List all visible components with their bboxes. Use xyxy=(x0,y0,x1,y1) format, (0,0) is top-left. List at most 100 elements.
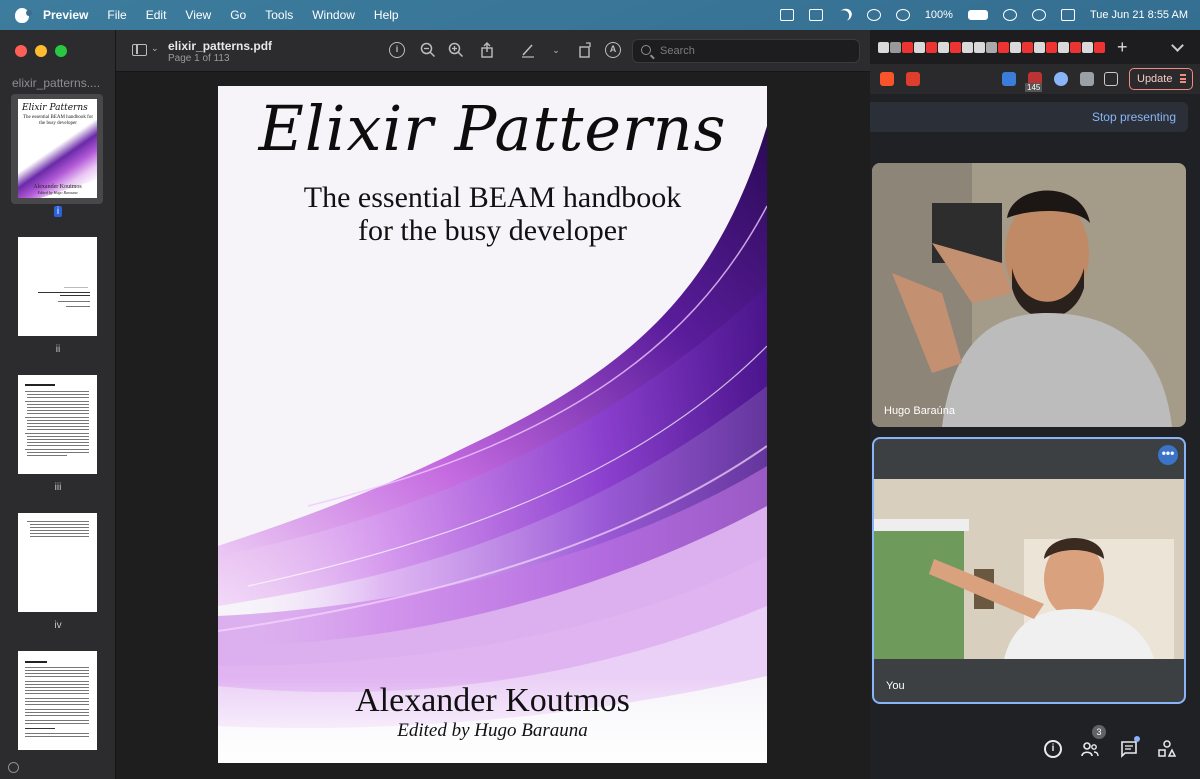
tab-favicon-icon[interactable] xyxy=(1010,42,1021,53)
update-button[interactable]: Update xyxy=(1129,68,1193,90)
close-window-button[interactable] xyxy=(15,45,27,57)
cover-title: Elixir Patterns xyxy=(258,92,727,165)
zoom-in-icon[interactable] xyxy=(448,42,464,58)
extension-icon[interactable] xyxy=(1002,72,1016,86)
add-icon[interactable] xyxy=(8,762,19,773)
moon-icon[interactable] xyxy=(836,6,854,23)
cover-subtitle-line-1: The essential BEAM handbook xyxy=(303,181,682,214)
pdf-page-cover: Elixir Patterns The essential BEAM handb… xyxy=(218,86,767,763)
thumbnail-page-4[interactable] xyxy=(18,513,97,612)
tab-favicon-icon[interactable] xyxy=(1034,42,1045,53)
youtube-icon[interactable] xyxy=(998,42,1009,53)
wifi-icon[interactable] xyxy=(1002,9,1017,21)
tab-favicon-icon[interactable] xyxy=(890,42,901,53)
tab-strip: + xyxy=(870,30,1200,64)
thumbnail-label: i xyxy=(0,206,116,217)
people-icon[interactable] xyxy=(1081,740,1099,758)
search-icon xyxy=(641,45,651,55)
document-view[interactable]: Elixir Patterns The essential BEAM handb… xyxy=(116,72,870,779)
menu-tools[interactable]: Tools xyxy=(265,8,293,22)
participant-name: Hugo Baraúna xyxy=(884,405,955,417)
apple-menu-icon[interactable] xyxy=(15,7,32,23)
clock[interactable]: Tue Jun 21 8:55 AM xyxy=(1090,9,1188,21)
tab-favicon-icon[interactable] xyxy=(1082,42,1093,53)
menu-bar: Preview File Edit View Go Tools Window H… xyxy=(0,0,1200,30)
zoom-out-icon[interactable] xyxy=(420,42,436,58)
extension-icon[interactable] xyxy=(1054,72,1068,86)
chevron-down-icon[interactable] xyxy=(1171,39,1184,52)
app-menu[interactable]: Preview xyxy=(43,8,88,22)
menu-help[interactable]: Help xyxy=(374,8,399,22)
youtube-icon[interactable] xyxy=(1094,42,1105,53)
menu-file[interactable]: File xyxy=(107,8,126,22)
menu-edit[interactable]: Edit xyxy=(146,8,167,22)
thumbnail-page-1[interactable]: Elixir Patterns The essential BEAM handb… xyxy=(18,99,97,198)
battery-icon[interactable] xyxy=(967,10,988,20)
info-icon[interactable]: i xyxy=(389,42,405,58)
youtube-icon[interactable] xyxy=(1070,42,1081,53)
chevron-down-icon[interactable]: ⌄ xyxy=(548,42,564,58)
chat-icon[interactable] xyxy=(1120,740,1138,758)
headphones-icon[interactable] xyxy=(866,9,881,21)
window-controls xyxy=(15,45,67,57)
tab-favicon-icon[interactable] xyxy=(938,42,949,53)
participant-tile[interactable]: Hugo Baraúna xyxy=(872,163,1186,427)
tab-favicon-icon[interactable] xyxy=(962,42,973,53)
rotate-icon[interactable] xyxy=(577,42,593,58)
wallet-icon[interactable] xyxy=(1104,72,1118,86)
self-video xyxy=(874,479,1184,659)
cover-editor: Edited by Hugo Barauna xyxy=(397,720,588,741)
stop-presenting-button[interactable]: Stop presenting xyxy=(1092,110,1176,124)
sidebar-document-title: elixir_patterns.... xyxy=(12,76,101,90)
minimize-window-button[interactable] xyxy=(35,45,47,57)
youtube-icon[interactable] xyxy=(926,42,937,53)
menu-go[interactable]: Go xyxy=(230,8,246,22)
puzzle-icon[interactable] xyxy=(1080,72,1094,86)
zoom-window-button[interactable] xyxy=(55,45,67,57)
keyboard-icon[interactable] xyxy=(808,9,823,21)
chat-notification-dot xyxy=(1134,736,1140,742)
battery-percent: 100% xyxy=(924,9,953,21)
search-field[interactable] xyxy=(632,39,860,63)
share-icon[interactable] xyxy=(479,42,495,58)
search-input[interactable] xyxy=(660,43,850,59)
tab-favicon-icon[interactable] xyxy=(986,42,997,53)
more-options-icon[interactable]: ••• xyxy=(1158,445,1178,465)
youtube-icon[interactable] xyxy=(950,42,961,53)
browser-toolbar: 145 Update xyxy=(870,64,1200,94)
markup-pen-icon[interactable] xyxy=(520,42,536,58)
chevron-down-icon[interactable]: ⌄ xyxy=(151,43,159,54)
spotlight-icon[interactable] xyxy=(1031,9,1046,21)
brave-rewards-icon[interactable] xyxy=(906,72,920,86)
tab-favicon-icon[interactable] xyxy=(914,42,925,53)
preview-window: elixir_patterns.... Elixir Patterns The … xyxy=(0,30,870,779)
extension-badge: 145 xyxy=(1025,83,1043,92)
youtube-icon[interactable] xyxy=(1046,42,1057,53)
tab-favicon-icon[interactable] xyxy=(878,42,889,53)
elephant-icon[interactable] xyxy=(779,9,794,21)
annotate-icon[interactable]: A xyxy=(605,42,621,58)
youtube-icon[interactable] xyxy=(1022,42,1033,53)
menu-window[interactable]: Window xyxy=(312,8,355,22)
activities-icon[interactable] xyxy=(1158,740,1177,758)
thumbnail-label: iv xyxy=(54,620,62,631)
menu-icon xyxy=(1180,74,1186,83)
brave-icon[interactable] xyxy=(880,72,894,86)
control-center-icon[interactable] xyxy=(1060,9,1075,21)
thumbnail-page-2[interactable] xyxy=(18,237,97,336)
sidebar-toggle-icon[interactable] xyxy=(132,44,147,56)
cover-subtitle: The essential BEAM handbook for the busy… xyxy=(218,181,767,247)
new-tab-icon[interactable]: + xyxy=(1117,37,1128,58)
youtube-icon[interactable] xyxy=(902,42,913,53)
menu-view[interactable]: View xyxy=(185,8,211,22)
self-view-tile[interactable]: ••• You xyxy=(872,437,1186,704)
cover-subtitle-line-2: for the busy developer xyxy=(357,214,628,247)
tab-favicon-icon[interactable] xyxy=(1058,42,1069,53)
info-icon[interactable]: i xyxy=(1044,740,1062,758)
play-icon[interactable] xyxy=(895,9,910,21)
thumbnail-sidebar: elixir_patterns.... Elixir Patterns The … xyxy=(0,30,116,779)
tab-favicon-icon[interactable] xyxy=(974,42,985,53)
thumbnail-page-5[interactable] xyxy=(18,651,97,750)
thumbnail-page-3[interactable] xyxy=(18,375,97,474)
browser-window: + 145 Update Stop presenting Hugo Baraún… xyxy=(870,30,1200,779)
